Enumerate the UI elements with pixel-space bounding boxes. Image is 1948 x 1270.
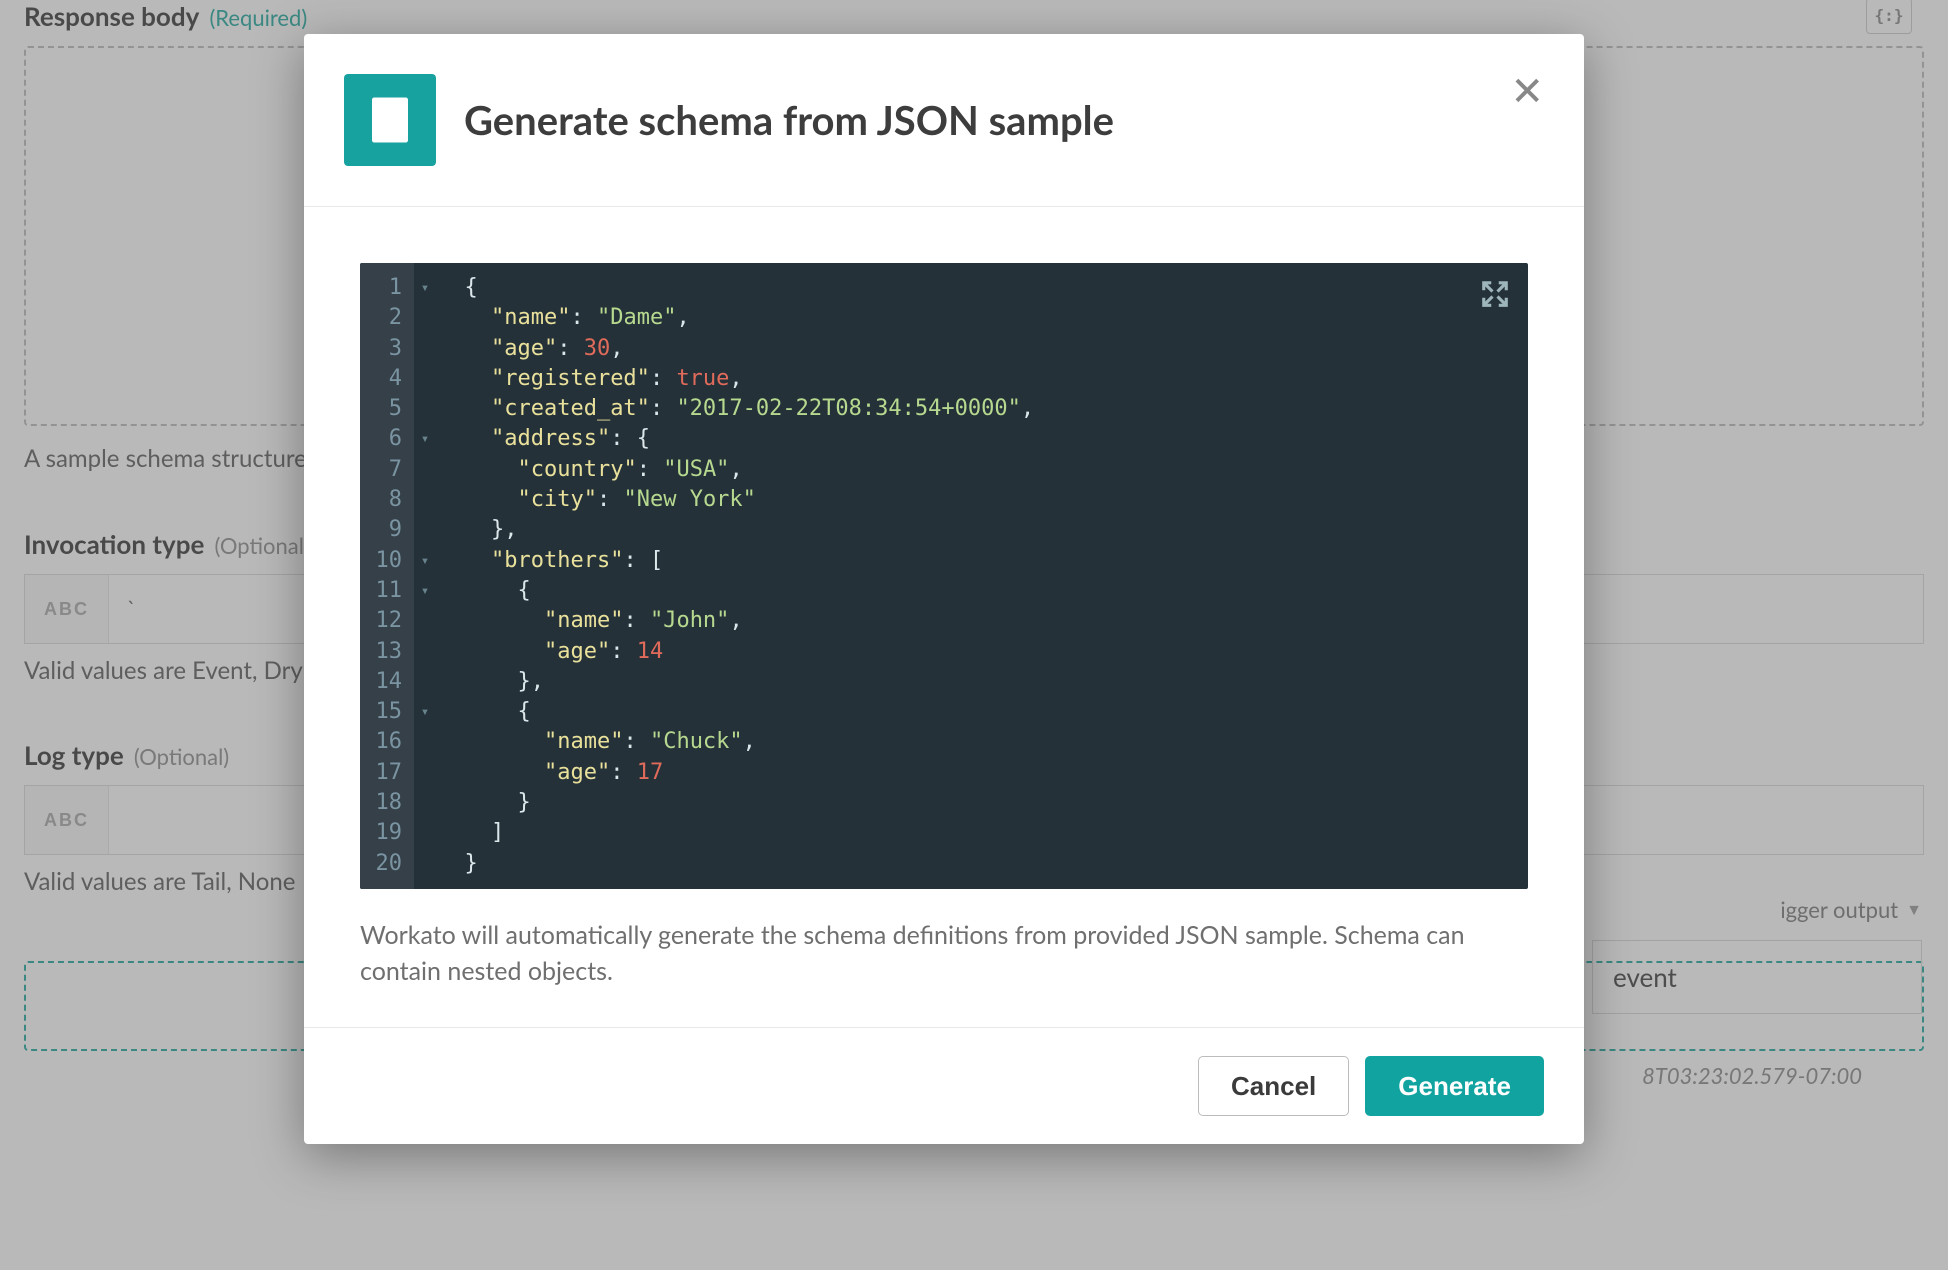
generate-button[interactable]: Generate — [1365, 1056, 1544, 1116]
cancel-button[interactable]: Cancel — [1198, 1056, 1349, 1116]
modal-body: 1234567891011121314151617181920 ▾▾▾▾▾ { … — [304, 207, 1584, 1027]
close-icon[interactable]: ✕ — [1510, 70, 1544, 110]
fold-gutter: ▾▾▾▾▾ — [414, 263, 436, 889]
generate-schema-modal: Generate schema from JSON sample ✕ 12345… — [304, 34, 1584, 1144]
modal-title: Generate schema from JSON sample — [464, 96, 1114, 144]
json-sample-editor[interactable]: 1234567891011121314151617181920 ▾▾▾▾▾ { … — [360, 263, 1528, 889]
modal-helper-text: Workato will automatically generate the … — [360, 917, 1528, 990]
modal-header: Generate schema from JSON sample ✕ — [304, 34, 1584, 207]
modal-footer: Cancel Generate — [304, 1027, 1584, 1144]
expand-icon[interactable] — [1480, 279, 1510, 318]
code-content[interactable]: { "name": "Dame", "age": 30, "registered… — [436, 263, 1528, 889]
schema-doc-icon — [344, 74, 436, 166]
line-number-gutter: 1234567891011121314151617181920 — [360, 263, 414, 889]
